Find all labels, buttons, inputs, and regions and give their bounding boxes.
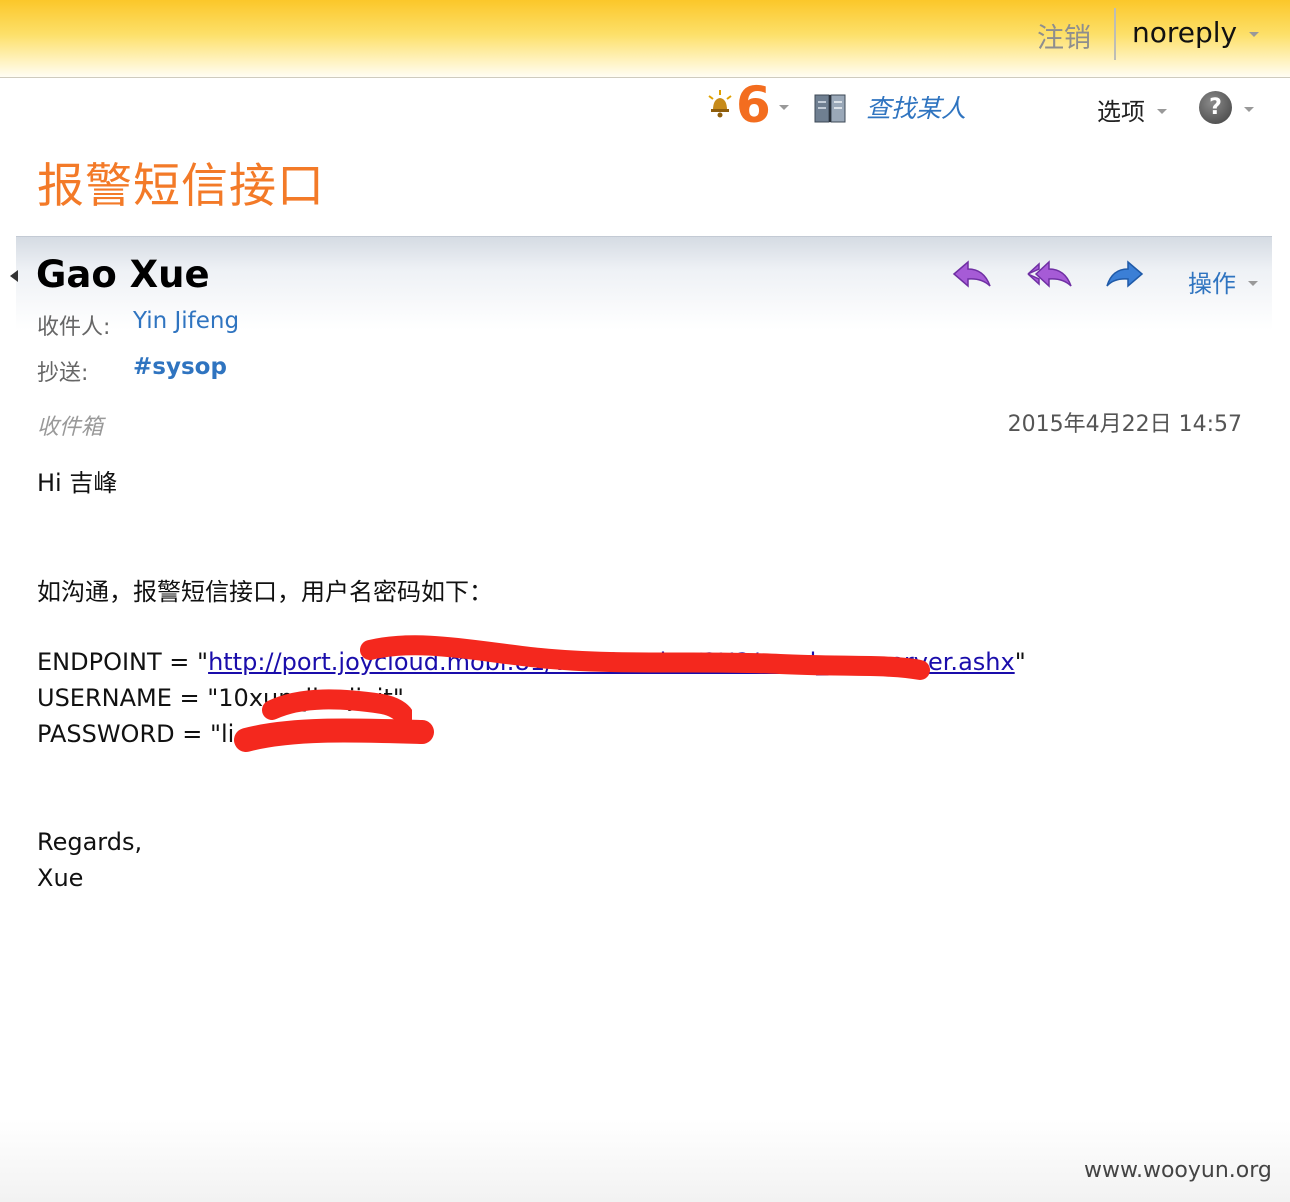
find-person-link[interactable]: 查找某人 bbox=[866, 89, 966, 125]
password-line: PASSWORD = "li " bbox=[37, 720, 353, 748]
address-book-icon[interactable] bbox=[814, 92, 848, 128]
endpoint-suffix: " bbox=[1014, 648, 1026, 676]
user-name: noreply bbox=[1132, 16, 1238, 49]
watermark: www.wooyun.org bbox=[1084, 1158, 1272, 1183]
body-intro: 如沟通，报警短信接口，用户名密码如下： bbox=[37, 578, 493, 606]
forward-icon[interactable] bbox=[1104, 256, 1148, 294]
body-regards: Regards, bbox=[37, 828, 143, 856]
bell-icon bbox=[706, 88, 734, 122]
folder-label: 收件箱 bbox=[37, 415, 104, 440]
to-recipient[interactable]: Yin Jifeng bbox=[133, 308, 239, 334]
endpoint-link[interactable]: http://port.joycloud.mobi:81/WebService/… bbox=[208, 648, 1015, 676]
help-icon: ? bbox=[1199, 91, 1232, 124]
top-bar bbox=[0, 0, 1290, 78]
signout-link[interactable]: 注销 bbox=[1037, 16, 1091, 55]
chevron-down-icon bbox=[1248, 281, 1258, 286]
body-greeting: Hi 吉峰 bbox=[37, 469, 118, 497]
cc-label: 抄送: bbox=[37, 361, 89, 386]
sender-name: Gao Xue bbox=[36, 253, 210, 296]
actions-menu[interactable]: 操作 bbox=[1188, 264, 1258, 299]
body-signature: Xue bbox=[37, 864, 84, 892]
notification-count: 6 bbox=[736, 76, 771, 134]
username-line: USERNAME = "10xun_lianjiait" bbox=[37, 684, 404, 712]
message-actions bbox=[948, 256, 1148, 294]
cc-recipient[interactable]: #sysop bbox=[133, 354, 227, 380]
options-label: 选项 bbox=[1097, 98, 1145, 126]
reply-icon[interactable] bbox=[948, 256, 996, 294]
message-date: 2015年4月22日 14:57 bbox=[1007, 412, 1242, 437]
page-title: 报警短信接口 bbox=[37, 159, 325, 214]
help-menu[interactable]: ? bbox=[1199, 91, 1254, 124]
reply-all-icon[interactable] bbox=[1024, 256, 1076, 294]
endpoint-prefix: ENDPOINT = " bbox=[37, 648, 209, 676]
to-label: 收件人: bbox=[37, 315, 111, 340]
user-menu[interactable]: noreply bbox=[1132, 16, 1260, 49]
chevron-down-icon bbox=[1157, 109, 1167, 114]
topbar-divider bbox=[1114, 8, 1116, 60]
collapse-arrow-icon[interactable] bbox=[10, 270, 18, 282]
chevron-down-icon bbox=[1244, 107, 1254, 112]
chevron-down-icon bbox=[1249, 32, 1260, 37]
chevron-down-icon bbox=[778, 104, 789, 110]
notification-button[interactable]: 6 bbox=[706, 80, 789, 130]
options-menu[interactable]: 选项 bbox=[1097, 92, 1167, 127]
actions-label: 操作 bbox=[1188, 270, 1236, 298]
endpoint-line: ENDPOINT = "http://port.joycloud.mobi:81… bbox=[37, 647, 1026, 677]
